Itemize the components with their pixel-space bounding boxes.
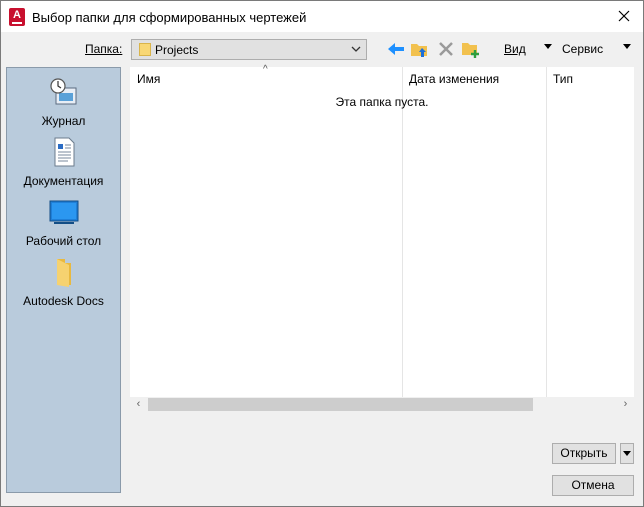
autocad-app-icon: A bbox=[9, 8, 25, 26]
places-bar: Журнал Документация Рабочий стол Autodes… bbox=[6, 67, 121, 493]
place-desktop[interactable]: Рабочий стол bbox=[7, 196, 120, 248]
folder-label: Папка: bbox=[85, 42, 123, 56]
view-menu[interactable]: Вид bbox=[504, 42, 526, 56]
column-header-date[interactable]: Дата изменения bbox=[409, 72, 499, 86]
tools-dropdown-arrow-icon[interactable] bbox=[623, 44, 631, 49]
app-icon-letter: A bbox=[13, 9, 21, 21]
scroll-left-icon[interactable]: ‹ bbox=[131, 397, 146, 412]
history-icon bbox=[49, 78, 76, 105]
column-divider[interactable] bbox=[402, 67, 403, 397]
new-folder-icon[interactable] bbox=[461, 39, 481, 59]
place-label: Журнал bbox=[41, 114, 86, 128]
cancel-button[interactable]: Отмена bbox=[552, 475, 634, 496]
place-autodesk-docs[interactable]: Autodesk Docs bbox=[7, 256, 120, 308]
sort-ascending-icon: ^ bbox=[263, 64, 268, 75]
folder-combobox[interactable]: Projects bbox=[131, 39, 367, 60]
scrollbar-thumb[interactable] bbox=[148, 398, 533, 411]
tools-menu[interactable]: Сервис bbox=[562, 42, 603, 56]
column-header-type[interactable]: Тип bbox=[553, 72, 573, 86]
up-folder-icon[interactable] bbox=[410, 39, 430, 59]
cancel-label: Отмена bbox=[571, 478, 615, 492]
tools-label: Сервис bbox=[562, 42, 604, 56]
empty-folder-message: Эта папка пуста. bbox=[335, 95, 429, 109]
folder-icon bbox=[139, 43, 151, 56]
title-bar: A Выбор папки для сформированных чертеже… bbox=[1, 1, 643, 32]
file-list[interactable]: ^ Имя Дата изменения Тип Эта папка пуста… bbox=[130, 64, 634, 412]
place-history[interactable]: Журнал bbox=[7, 76, 120, 128]
folder-value: Projects bbox=[155, 43, 199, 57]
place-label: Документация bbox=[23, 174, 104, 188]
folder-icon bbox=[56, 259, 71, 287]
column-divider[interactable] bbox=[546, 67, 547, 397]
desktop-icon bbox=[49, 200, 78, 224]
open-label: Открыть bbox=[560, 446, 608, 460]
chevron-down-icon bbox=[623, 451, 631, 456]
close-button[interactable] bbox=[613, 5, 635, 27]
open-button[interactable]: Открыть bbox=[552, 443, 616, 464]
back-arrow-icon[interactable] bbox=[386, 39, 406, 59]
open-dropdown-button[interactable] bbox=[620, 443, 634, 464]
documents-icon bbox=[54, 137, 74, 167]
chevron-down-icon bbox=[351, 46, 361, 52]
view-label: Вид bbox=[504, 42, 526, 56]
horizontal-scrollbar[interactable]: ‹ › bbox=[130, 397, 634, 412]
delete-icon[interactable] bbox=[436, 39, 456, 59]
scroll-right-icon[interactable]: › bbox=[618, 397, 633, 412]
column-header-name[interactable]: Имя bbox=[137, 72, 160, 86]
close-icon bbox=[618, 10, 630, 22]
view-dropdown-arrow-icon[interactable] bbox=[544, 44, 552, 49]
window-title: Выбор папки для сформированных чертежей bbox=[32, 10, 307, 25]
place-documents[interactable]: Документация bbox=[7, 136, 120, 188]
place-label: Рабочий стол bbox=[25, 234, 102, 248]
dialog-window: A Выбор папки для сформированных чертеже… bbox=[0, 0, 644, 507]
place-label: Autodesk Docs bbox=[23, 294, 104, 308]
